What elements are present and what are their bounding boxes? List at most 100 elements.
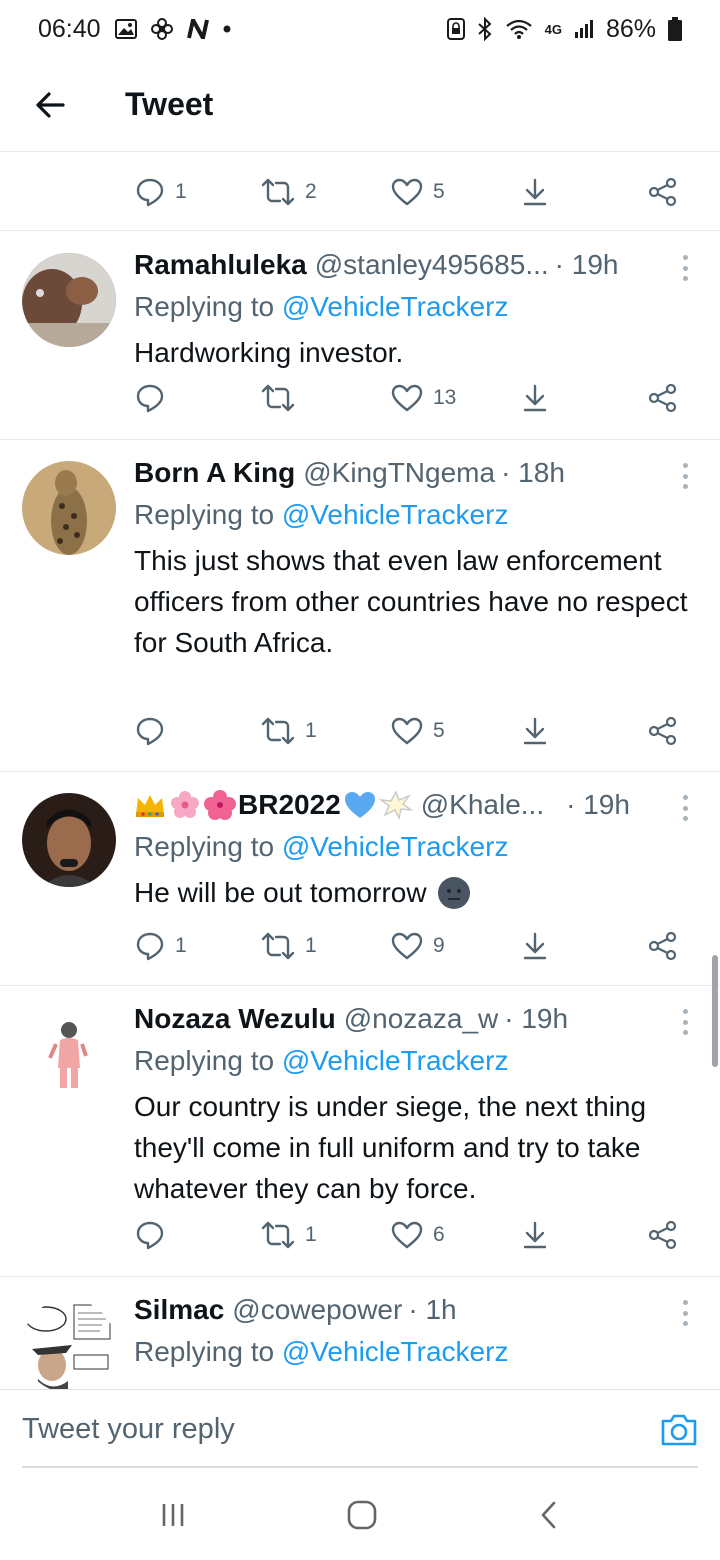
replying-to-mention[interactable]: @VehicleTrackerz: [282, 499, 509, 530]
like-button[interactable]: 13: [391, 383, 456, 413]
reply-tweet[interactable]: Ramahluleka @stanley495685... · 19h Repl…: [0, 231, 720, 439]
user-handle[interactable]: @nozaza_w: [344, 1003, 499, 1035]
replying-to-mention[interactable]: @VehicleTrackerz: [282, 1336, 509, 1367]
retweet-count: 2: [305, 180, 317, 203]
tweet-time: · 1h: [408, 1294, 457, 1325]
user-handle[interactable]: @KingTNgema: [303, 457, 495, 489]
replying-to-mention[interactable]: @VehicleTrackerz: [282, 1045, 509, 1076]
reply-input[interactable]: [22, 1413, 660, 1446]
recent-apps-button[interactable]: [159, 1501, 187, 1529]
display-name[interactable]: Ramahluleka: [134, 249, 307, 281]
like-count: 6: [433, 1223, 445, 1246]
reply-tweet[interactable]: Silmac @cowepower · 1h Replying to @Vehi…: [0, 1277, 720, 1389]
arrow-left-icon: [36, 91, 65, 118]
back-nav-button[interactable]: [537, 1499, 561, 1531]
download-icon: [523, 178, 547, 206]
home-button[interactable]: [346, 1499, 378, 1531]
retweet-icon: [261, 932, 295, 960]
reply-tweet[interactable]: Born A King @KingTNgema · 18h Replying t…: [0, 440, 720, 771]
reply-button[interactable]: [135, 1220, 175, 1250]
retweet-button[interactable]: 1: [261, 1220, 317, 1250]
reply-button[interactable]: 1: [135, 177, 187, 207]
reply-count: 1: [175, 180, 187, 203]
user-handle[interactable]: @Khale...: [421, 789, 544, 821]
retweet-button[interactable]: [261, 383, 305, 413]
display-name[interactable]: Nozaza Wezulu: [134, 1003, 336, 1035]
display-name[interactable]: BR2022: [238, 789, 341, 821]
scrollbar[interactable]: [712, 955, 718, 1067]
home-icon: [347, 1500, 377, 1530]
tweet-header: Silmac @cowepower · 1h: [134, 1294, 674, 1326]
user-handle[interactable]: @stanley495685...: [315, 249, 549, 281]
more-options-icon[interactable]: [680, 255, 690, 281]
more-options-icon[interactable]: [680, 795, 690, 821]
action-row: 1 6: [0, 1220, 720, 1260]
avatar[interactable]: [22, 253, 116, 347]
replying-to-mention[interactable]: @VehicleTrackerz: [282, 831, 509, 862]
save-button[interactable]: [521, 931, 549, 961]
display-name[interactable]: Born A King: [134, 457, 295, 489]
share-button[interactable]: [648, 1220, 678, 1250]
reply-button[interactable]: 1: [135, 931, 187, 961]
heart-icon: [391, 932, 423, 960]
save-button[interactable]: [521, 716, 549, 746]
hibiscus-emoji-icon: [204, 790, 236, 820]
share-button[interactable]: [648, 716, 678, 746]
tweet-text: This just shows that even law enforcemen…: [134, 545, 688, 658]
user-handle[interactable]: @cowepower: [232, 1294, 402, 1326]
signal-icon: [574, 19, 594, 39]
download-icon: [523, 384, 547, 412]
tweet-header: BR2022 @Khale... · 19h: [134, 789, 674, 821]
more-options-icon[interactable]: [680, 1300, 690, 1326]
retweet-button[interactable]: 1: [261, 931, 317, 961]
avatar[interactable]: [22, 461, 116, 555]
reply-icon: [136, 1221, 164, 1250]
reply-feed[interactable]: 1 2 5 Ramahluleka @stanley495685... · 19…: [0, 153, 720, 1389]
avatar[interactable]: [22, 793, 116, 887]
reply-icon: [136, 384, 164, 413]
reply-button[interactable]: [135, 716, 175, 746]
like-count: 13: [433, 386, 457, 409]
share-icon: [648, 1220, 677, 1250]
like-count: 9: [433, 934, 445, 957]
page-title: Tweet: [125, 86, 214, 122]
more-options-icon[interactable]: [680, 1009, 690, 1035]
heart-icon: [391, 384, 423, 412]
status-right: 4G 86%: [446, 15, 682, 44]
save-button[interactable]: [521, 1220, 549, 1250]
share-button[interactable]: [648, 931, 678, 961]
reply-tweet[interactable]: Nozaza Wezulu @nozaza_w · 19h Replying t…: [0, 986, 720, 1276]
notification-dot-icon: [223, 25, 231, 33]
avatar[interactable]: [22, 1299, 116, 1389]
like-button[interactable]: 9: [391, 931, 445, 961]
replying-to-mention[interactable]: @VehicleTrackerz: [282, 291, 509, 322]
replying-to: Replying to @VehicleTrackerz: [134, 291, 508, 323]
reply-count: 1: [175, 934, 187, 957]
like-count: 5: [433, 719, 445, 742]
share-button[interactable]: [648, 177, 678, 207]
camera-button[interactable]: [660, 1413, 698, 1447]
like-button[interactable]: 6: [391, 1220, 445, 1250]
display-name[interactable]: Silmac: [134, 1294, 224, 1326]
blossom-emoji-icon: [170, 790, 200, 820]
retweet-count: 1: [305, 1223, 317, 1246]
retweet-button[interactable]: 1: [261, 716, 317, 746]
avatar[interactable]: [22, 1008, 116, 1102]
tweet-time: · 18h: [501, 457, 565, 488]
replying-to-label: Replying to: [134, 831, 275, 862]
back-button[interactable]: [0, 58, 100, 152]
save-button[interactable]: [521, 177, 549, 207]
retweet-button[interactable]: 2: [261, 177, 317, 207]
replying-to-label: Replying to: [134, 291, 275, 322]
reply-icon: [136, 717, 164, 746]
more-options-icon[interactable]: [680, 463, 690, 489]
save-button[interactable]: [521, 383, 549, 413]
retweet-count: 1: [305, 934, 317, 957]
reply-button[interactable]: [135, 383, 175, 413]
retweet-icon: [261, 717, 295, 745]
share-button[interactable]: [648, 383, 678, 413]
like-button[interactable]: 5: [391, 177, 445, 207]
status-left: 06:40: [38, 15, 231, 44]
like-button[interactable]: 5: [391, 716, 445, 746]
reply-tweet[interactable]: BR2022 @Khale... · 19h Replying to @Vehi…: [0, 772, 720, 985]
